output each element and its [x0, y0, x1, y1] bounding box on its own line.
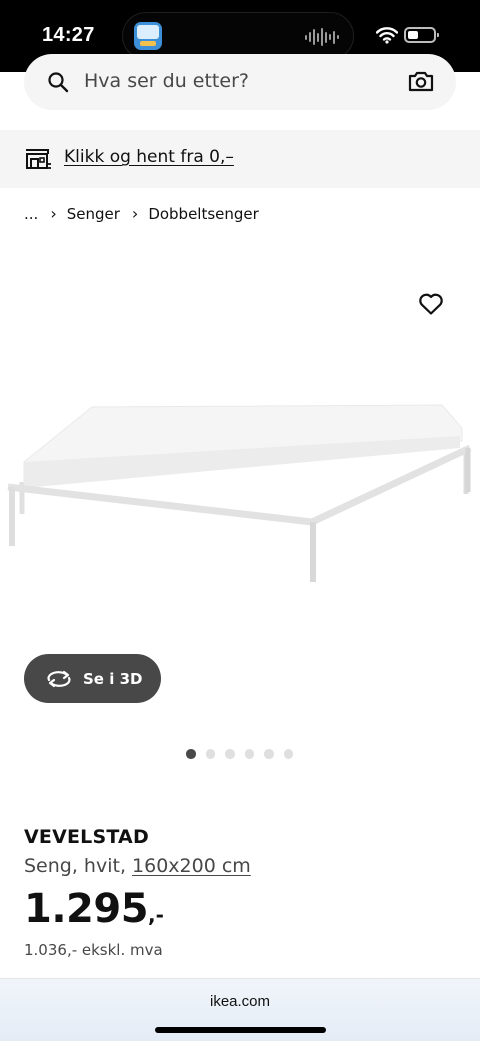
- breadcrumb: ... › Senger › Dobbeltsenger: [24, 204, 259, 223]
- home-indicator[interactable]: [155, 1027, 326, 1033]
- heart-icon[interactable]: [418, 292, 444, 316]
- view-3d-label: Se i 3D: [83, 669, 143, 688]
- breadcrumb-separator: ›: [131, 204, 139, 223]
- price-amount: 1.295: [24, 886, 149, 932]
- product-size-link[interactable]: 160x200 cm: [132, 855, 251, 877]
- carousel-dot[interactable]: [225, 749, 235, 759]
- breadcrumb-item-senger[interactable]: Senger: [67, 205, 120, 223]
- carousel-dots: [186, 749, 293, 759]
- battery-icon: [404, 27, 439, 43]
- price-suffix: ,-: [148, 903, 164, 927]
- breadcrumb-item-dobbeltsenger[interactable]: Dobbeltsenger: [148, 205, 259, 223]
- browser-address-bar[interactable]: ikea.com: [0, 978, 480, 1041]
- url-text[interactable]: ikea.com: [0, 993, 480, 1010]
- camera-icon[interactable]: [408, 69, 434, 93]
- store-icon: [26, 149, 51, 169]
- rotate-icon: [47, 670, 71, 687]
- search-bar[interactable]: Hva ser du etter?: [24, 54, 456, 110]
- dynamic-island[interactable]: [122, 12, 354, 60]
- app-icon: [134, 22, 162, 50]
- status-time: 14:27: [42, 24, 95, 46]
- product-gallery[interactable]: Se i 3D: [0, 230, 480, 730]
- carousel-dot-active[interactable]: [186, 749, 196, 759]
- search-input[interactable]: Hva ser du etter?: [84, 70, 249, 92]
- wifi-icon: [376, 27, 398, 44]
- product-description: Seng, hvit, 160x200 cm: [24, 855, 251, 877]
- click-collect-banner[interactable]: Klikk og hent fra 0,–: [0, 130, 480, 188]
- carousel-dot[interactable]: [205, 749, 215, 759]
- product-image: [7, 404, 472, 582]
- product-price: 1.295,-: [24, 886, 164, 932]
- sound-wave-icon: [305, 27, 339, 47]
- carousel-dot[interactable]: [244, 749, 254, 759]
- carousel-dot[interactable]: [264, 749, 274, 759]
- product-type: Seng, hvit,: [24, 855, 126, 877]
- product-name: VEVELSTAD: [24, 826, 149, 848]
- search-icon: [48, 72, 69, 93]
- carousel-dot[interactable]: [283, 749, 293, 759]
- view-3d-button[interactable]: Se i 3D: [24, 654, 161, 703]
- breadcrumb-separator: ›: [50, 204, 57, 223]
- breadcrumb-ellipsis[interactable]: ...: [24, 205, 38, 223]
- click-collect-link[interactable]: Klikk og hent fra 0,–: [64, 147, 234, 167]
- price-ex-vat: 1.036,- ekskl. mva: [24, 941, 163, 959]
